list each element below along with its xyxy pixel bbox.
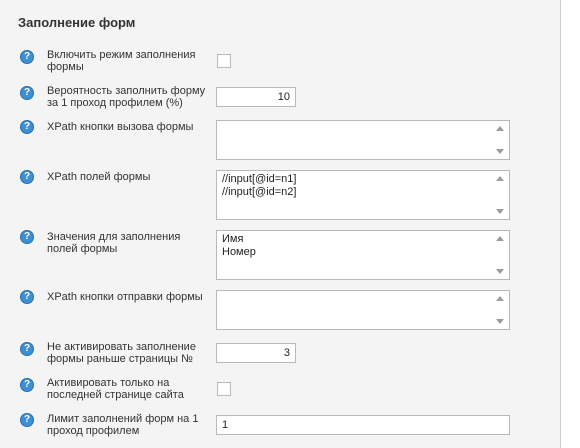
help-question-icon[interactable]: ? bbox=[20, 378, 34, 392]
section-title: Заполнение форм bbox=[18, 15, 136, 30]
textarea-scrollbar[interactable] bbox=[493, 293, 507, 327]
scroll-down-arrow-icon[interactable] bbox=[496, 209, 504, 214]
help-question-icon[interactable]: ? bbox=[20, 413, 34, 427]
panel-divider bbox=[560, 0, 561, 448]
last-page-only-label: Активировать только на последней страниц… bbox=[47, 377, 184, 401]
xpath-fields-value: //input[@id=n1] //input[@id=n2] bbox=[222, 173, 297, 198]
xpath-submit-button-textarea[interactable] bbox=[216, 290, 510, 330]
enable-mode-checkbox[interactable] bbox=[217, 54, 231, 68]
scroll-down-arrow-icon[interactable] bbox=[496, 269, 504, 274]
fill-limit-label: Лимит заполнений форм на 1 проход профил… bbox=[47, 413, 199, 437]
xpath-submit-button-label: XPath кнопки отправки формы bbox=[47, 291, 203, 303]
field-values-value: Имя Номер bbox=[222, 233, 256, 258]
textarea-scrollbar[interactable] bbox=[493, 173, 507, 217]
scroll-up-arrow-icon[interactable] bbox=[496, 296, 504, 301]
textarea-scrollbar[interactable] bbox=[493, 123, 507, 157]
probability-label: Вероятность заполнить форму за 1 проход … bbox=[47, 85, 206, 109]
help-question-icon[interactable]: ? bbox=[20, 342, 34, 356]
scroll-down-arrow-icon[interactable] bbox=[496, 149, 504, 154]
fill-limit-input[interactable]: 1 bbox=[216, 415, 510, 435]
scroll-up-arrow-icon[interactable] bbox=[496, 236, 504, 241]
field-values-label: Значения для заполнения полей формы bbox=[47, 231, 181, 255]
help-question-icon[interactable]: ? bbox=[20, 230, 34, 244]
xpath-open-button-textarea[interactable] bbox=[216, 120, 510, 160]
scroll-down-arrow-icon[interactable] bbox=[496, 319, 504, 324]
form-filling-panel: Заполнение форм ? Включить режим заполне… bbox=[0, 0, 560, 448]
textarea-scrollbar[interactable] bbox=[493, 233, 507, 277]
probability-input[interactable]: 10 bbox=[216, 87, 296, 107]
min-page-label: Не активировать заполнение формы раньше … bbox=[47, 341, 196, 365]
help-question-icon[interactable]: ? bbox=[20, 86, 34, 100]
xpath-fields-textarea[interactable]: //input[@id=n1] //input[@id=n2] bbox=[216, 170, 510, 220]
field-values-textarea[interactable]: Имя Номер bbox=[216, 230, 510, 280]
help-question-icon[interactable]: ? bbox=[20, 170, 34, 184]
help-question-icon[interactable]: ? bbox=[20, 50, 34, 64]
last-page-only-checkbox[interactable] bbox=[217, 382, 231, 396]
min-page-input[interactable]: 3 bbox=[216, 343, 296, 363]
scroll-up-arrow-icon[interactable] bbox=[496, 176, 504, 181]
enable-mode-label: Включить режим заполнения формы bbox=[47, 49, 196, 73]
xpath-fields-label: XPath полей формы bbox=[47, 171, 151, 183]
help-question-icon[interactable]: ? bbox=[20, 120, 34, 134]
xpath-open-button-label: XPath кнопки вызова формы bbox=[47, 121, 194, 133]
help-question-icon[interactable]: ? bbox=[20, 290, 34, 304]
scroll-up-arrow-icon[interactable] bbox=[496, 126, 504, 131]
